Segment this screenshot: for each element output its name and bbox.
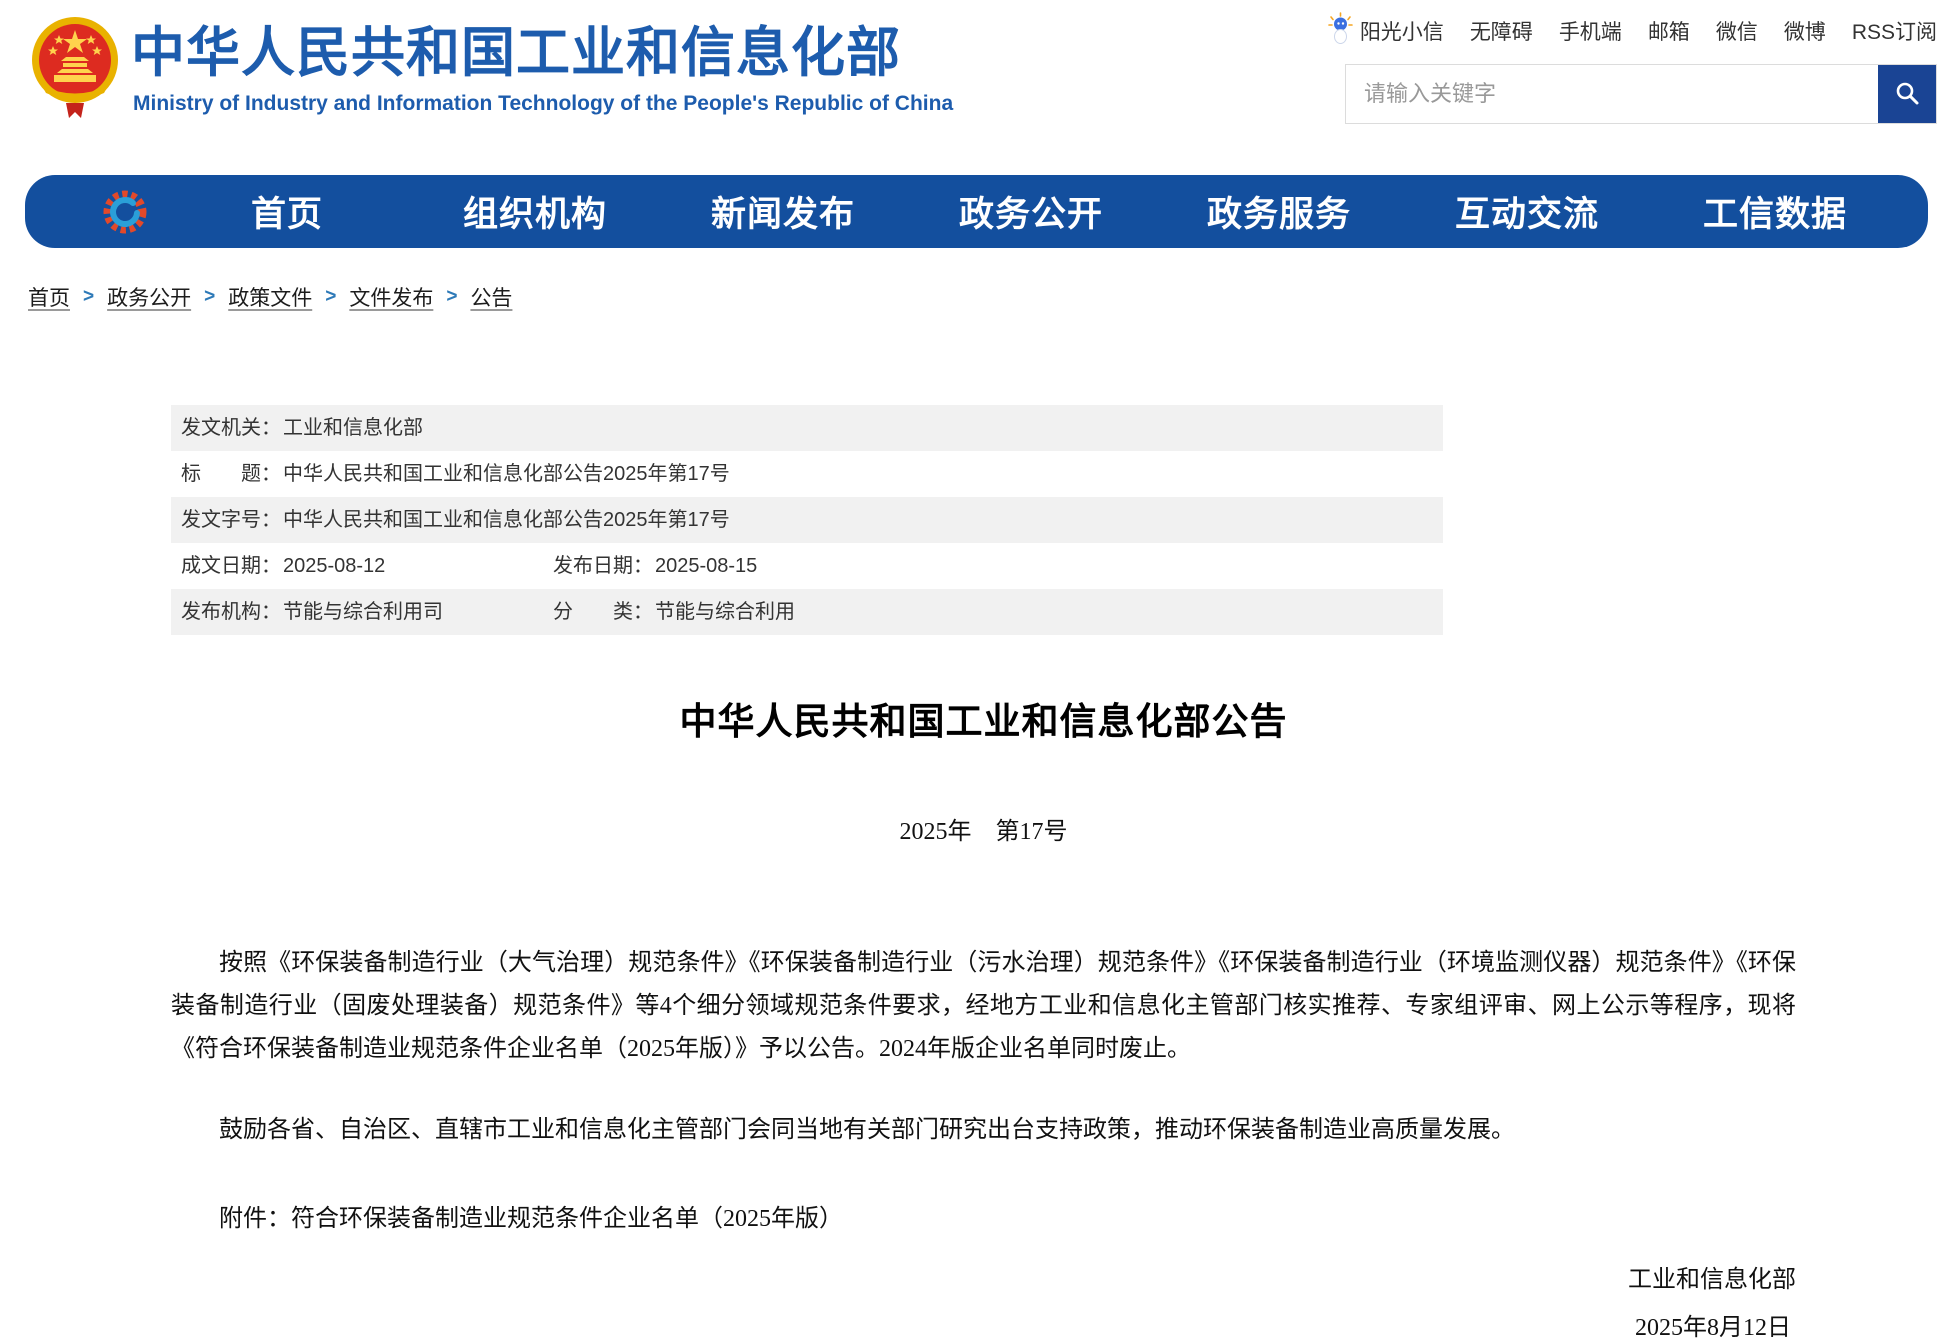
breadcrumb-policy-documents[interactable]: 政策文件	[228, 282, 312, 312]
breadcrumb-home[interactable]: 首页	[28, 282, 70, 312]
miit-logo-icon	[99, 186, 151, 238]
search-button[interactable]	[1878, 65, 1936, 123]
meta-label: 成文日期：	[181, 555, 281, 577]
article-container: 发文机关：工业和信息化部 标 题：中华人民共和国工业和信息化部公告2025年第1…	[171, 405, 1796, 1342]
breadcrumb: 首页 > 政务公开 > 政策文件 > 文件发布 > 公告	[28, 282, 512, 312]
attachment-link[interactable]: 附件：符合环保装备制造业规范条件企业名单（2025年版）	[171, 1198, 1796, 1233]
chevron-right-icon: >	[325, 286, 336, 308]
nav-item-interaction[interactable]: 互动交流	[1403, 186, 1651, 237]
quick-links-bar: 阳光小信 无障碍 手机端 邮箱 微信 微博 RSS订阅	[1327, 12, 1937, 50]
signature-date: 2025年8月12日	[171, 1307, 1796, 1342]
article-body: 按照《环保装备制造行业（大气治理）规范条件》《环保装备制造行业（污水治理）规范条…	[171, 942, 1796, 1152]
meta-value: 2025-08-15	[655, 555, 757, 577]
quick-link-wechat[interactable]: 微信	[1716, 16, 1758, 46]
quick-link-rss[interactable]: RSS订阅	[1852, 16, 1937, 46]
nav-items: 首页 组织机构 新闻发布 政务公开 政务服务 互动交流 工信数据	[163, 186, 1899, 237]
site-subtitle: Ministry of Industry and Information Tec…	[133, 92, 953, 116]
article-paragraph: 鼓励各省、自治区、直辖市工业和信息化主管部门会同当地有关部门研究出台支持政策，推…	[171, 1109, 1796, 1152]
article-paragraph: 按照《环保装备制造行业（大气治理）规范条件》《环保装备制造行业（污水治理）规范条…	[171, 942, 1796, 1071]
meta-label: 发布日期：	[553, 555, 653, 577]
nav-item-news[interactable]: 新闻发布	[659, 186, 907, 237]
chevron-right-icon: >	[83, 286, 94, 308]
meta-value: 2025-08-12	[283, 555, 385, 577]
quick-link-mobile[interactable]: 手机端	[1559, 16, 1622, 46]
meta-value: 中华人民共和国工业和信息化部公告2025年第17号	[283, 463, 730, 485]
mascot-icon	[1327, 12, 1354, 50]
chevron-right-icon: >	[204, 286, 215, 308]
meta-row-dates: 成文日期：2025-08-12 发布日期：2025-08-15	[171, 543, 1443, 589]
chevron-right-icon: >	[446, 286, 457, 308]
search-box	[1345, 64, 1937, 124]
meta-value: 节能与综合利用	[655, 601, 795, 623]
meta-label: 发文字号：	[181, 509, 281, 531]
meta-row-issuing-authority: 发文机关：工业和信息化部	[171, 405, 1443, 451]
meta-row-publisher: 发布机构：节能与综合利用司 分 类：节能与综合利用	[171, 589, 1443, 635]
meta-label: 分 类：	[553, 601, 653, 623]
nav-item-organization[interactable]: 组织机构	[411, 186, 659, 237]
meta-value: 工业和信息化部	[283, 417, 423, 439]
nav-item-home[interactable]: 首页	[163, 186, 411, 237]
document-meta-table: 发文机关：工业和信息化部 标 题：中华人民共和国工业和信息化部公告2025年第1…	[171, 405, 1443, 635]
search-icon	[1894, 80, 1920, 109]
search-input[interactable]	[1346, 65, 1878, 123]
meta-row-title: 标 题：中华人民共和国工业和信息化部公告2025年第17号	[171, 451, 1443, 497]
site-title: 中华人民共和国工业和信息化部	[131, 24, 953, 83]
meta-value: 中华人民共和国工业和信息化部公告2025年第17号	[283, 509, 730, 531]
nav-item-gov-disclosure[interactable]: 政务公开	[907, 186, 1155, 237]
article-issue-number: 2025年 第17号	[171, 811, 1796, 846]
meta-row-document-number: 发文字号：中华人民共和国工业和信息化部公告2025年第17号	[171, 497, 1443, 543]
meta-value: 节能与综合利用司	[283, 601, 443, 623]
site-title-block: 中华人民共和国工业和信息化部 Ministry of Industry and …	[131, 24, 953, 116]
meta-label: 发布机构：	[181, 601, 281, 623]
nav-item-data[interactable]: 工信数据	[1651, 186, 1899, 237]
breadcrumb-announcement[interactable]: 公告	[470, 282, 512, 312]
meta-label: 发文机关：	[181, 417, 281, 439]
quick-link-yangguangxiaoxin[interactable]: 阳光小信	[1360, 16, 1444, 46]
quick-link-weibo[interactable]: 微博	[1784, 16, 1826, 46]
meta-label: 标 题：	[181, 463, 281, 485]
article-title: 中华人民共和国工业和信息化部公告	[171, 691, 1796, 745]
main-nav: 首页 组织机构 新闻发布 政务公开 政务服务 互动交流 工信数据	[25, 175, 1928, 248]
national-emblem-icon	[30, 13, 120, 121]
quick-link-mail[interactable]: 邮箱	[1648, 16, 1690, 46]
breadcrumb-document-release[interactable]: 文件发布	[349, 282, 433, 312]
nav-item-gov-services[interactable]: 政务服务	[1155, 186, 1403, 237]
breadcrumb-gov-disclosure[interactable]: 政务公开	[107, 282, 191, 312]
signature-authority: 工业和信息化部	[171, 1259, 1796, 1294]
quick-link-accessibility[interactable]: 无障碍	[1470, 16, 1533, 46]
